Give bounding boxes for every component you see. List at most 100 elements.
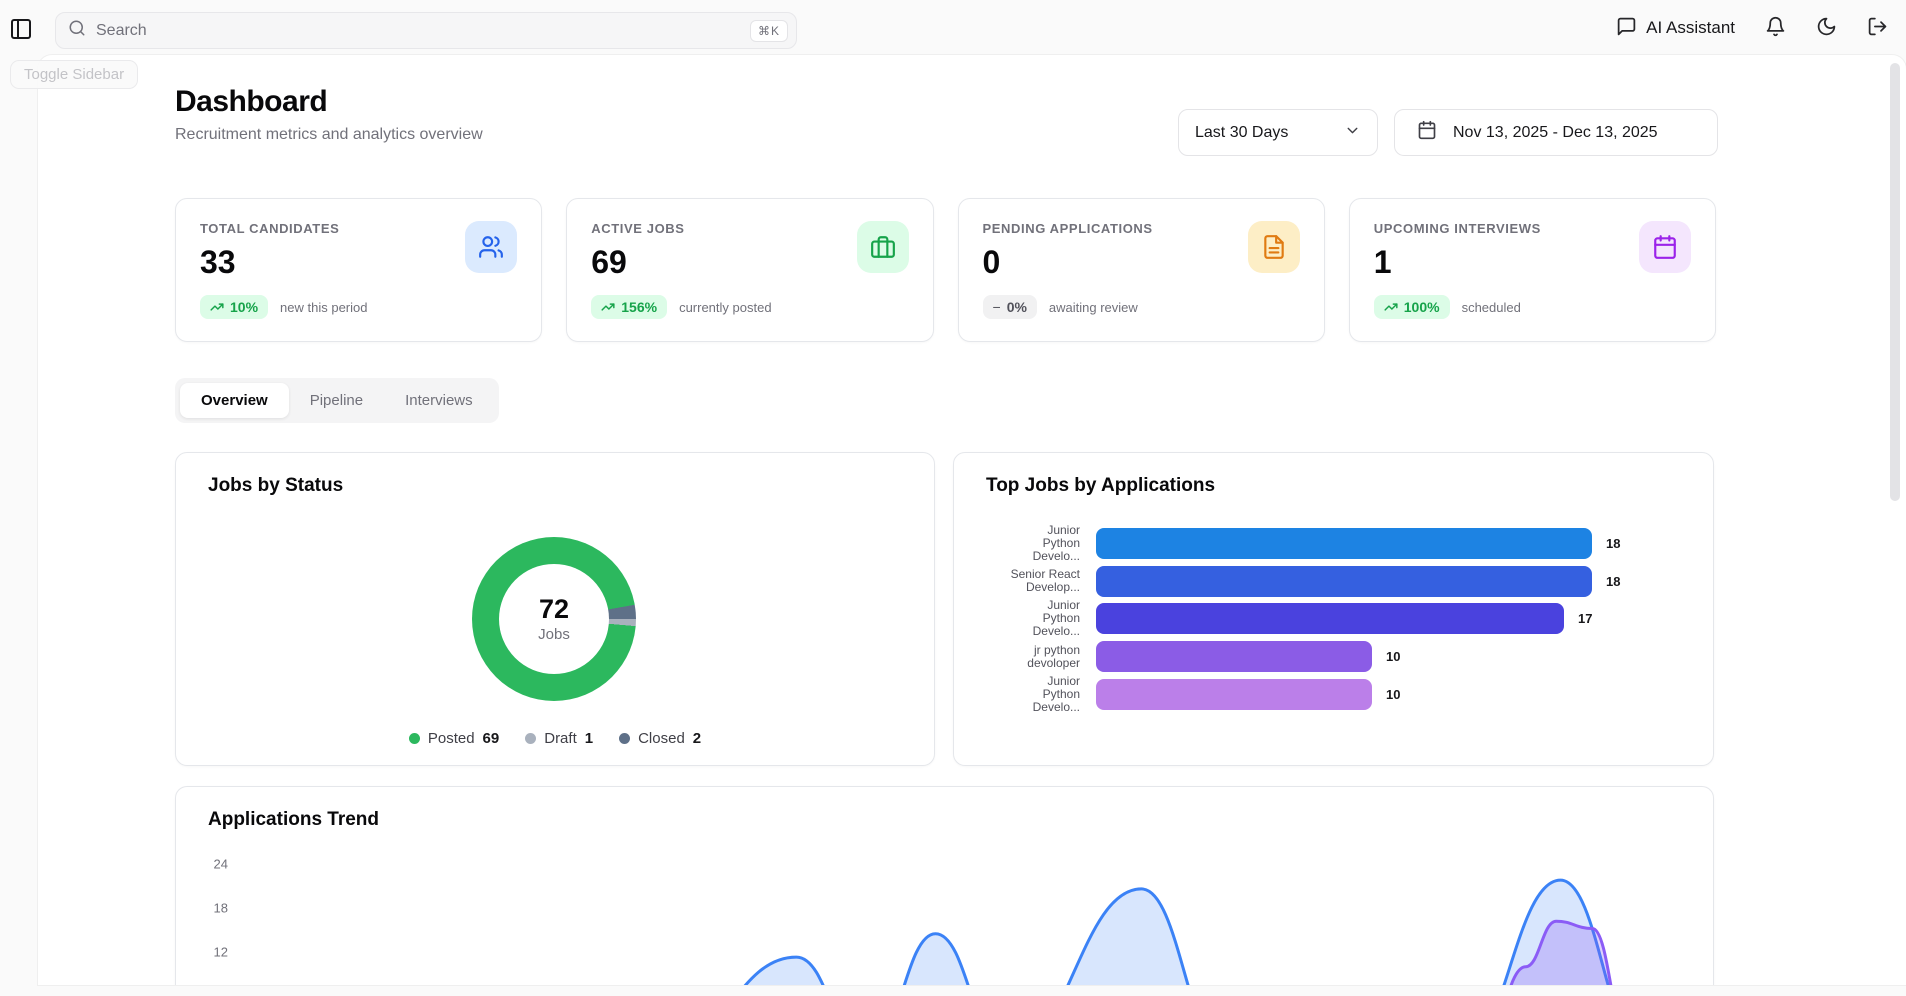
briefcase-icon [857,221,909,273]
stat-card-upcoming-interviews: UPCOMING INTERVIEWS 1 − 100% scheduled [1349,198,1716,342]
bar-row: Senior React Develop... 18 [954,563,1713,601]
trend-badge: − 156% [591,295,667,319]
stat-card-pending-applications: PENDING APPLICATIONS 0 − 0% awaiting rev… [958,198,1325,342]
bell-icon [1765,16,1786,40]
legend-dot [619,733,630,744]
tab-pipeline[interactable]: Pipeline [289,383,384,418]
bar-value: 17 [1578,611,1592,626]
period-select-value: Last 30 Days [1195,124,1288,142]
top-jobs-card: Top Jobs by Applications Junior Python D… [953,452,1714,766]
bar-row: Junior Python Develo... 17 [954,600,1713,638]
app-screen: ⌘K AI Assistant [0,0,1906,996]
panel-left-icon [9,29,33,44]
trend-badge: − 100% [1374,295,1450,319]
bar-label: Junior Python Develo... [954,524,1080,563]
legend-label: Posted [428,730,475,747]
file-text-icon [1248,221,1300,273]
legend-item-closed: Closed 2 [619,730,701,747]
trend-badge-value: 156% [621,299,657,315]
card-title: Jobs by Status [208,475,343,497]
search-input[interactable] [96,22,750,40]
period-select[interactable]: Last 30 Days [1178,109,1378,156]
trend-up-icon [601,300,615,314]
stat-description: scheduled [1462,300,1521,315]
trend-area-chart [176,787,1715,985]
bar-row: Junior Python Develo... 18 [954,525,1713,563]
bar [1096,679,1372,710]
legend-item-draft: Draft 1 [525,730,593,747]
bar-label: Senior React Develop... [954,568,1080,594]
vertical-scrollbar-thumb[interactable] [1890,63,1900,501]
tab-interviews[interactable]: Interviews [384,383,494,418]
legend-item-posted: Posted 69 [409,730,499,747]
stats-row: TOTAL CANDIDATES 33 − 10% new this perio… [175,198,1716,342]
header-controls: Last 30 Days Nov 13, 2025 - Dec 13, 2025 [1178,109,1718,156]
trend-badge: − 0% [983,295,1037,319]
legend-value: 2 [693,730,701,747]
tab-overview[interactable]: Overview [180,383,289,418]
bar [1096,566,1592,597]
bar-row: jr python devoloper 10 [954,638,1713,676]
stat-card-total-candidates: TOTAL CANDIDATES 33 − 10% new this perio… [175,198,542,342]
search-shortcut-badge: ⌘K [750,20,788,42]
sidebar-toggle-button[interactable] [8,17,34,43]
date-range-button[interactable]: Nov 13, 2025 - Dec 13, 2025 [1394,109,1718,156]
dark-mode-toggle-button[interactable] [1816,16,1837,40]
bar-value: 18 [1606,536,1620,551]
donut-center-value: 72 [539,595,569,623]
donut-center-label: Jobs [538,626,570,643]
page-title: Dashboard [175,85,483,119]
bar-value: 10 [1386,687,1400,702]
logout-icon [1867,16,1888,40]
trend-up-icon [210,300,224,314]
search-icon [68,19,86,42]
calendar-icon [1417,120,1437,145]
bar-label: Junior Python Develo... [954,599,1080,638]
bar [1096,641,1372,672]
legend-value: 1 [585,730,593,747]
stat-description: new this period [280,300,367,315]
trend-flat-icon: − [993,299,1001,315]
stat-description: currently posted [679,300,772,315]
legend-dot [409,733,420,744]
stat-description: awaiting review [1049,300,1138,315]
bar-chart: Junior Python Develo... 18 Senior React … [954,525,1713,713]
date-range-value: Nov 13, 2025 - Dec 13, 2025 [1453,124,1658,142]
logout-button[interactable] [1867,16,1888,40]
main-content-panel: Dashboard Recruitment metrics and analyt… [38,55,1906,985]
page-subtitle: Recruitment metrics and analytics overvi… [175,126,483,144]
donut-chart: 72 Jobs [472,537,636,701]
chat-bubble-icon [1616,16,1637,40]
trend-badge-value: 0% [1007,299,1027,315]
bar [1096,528,1592,559]
ai-assistant-button[interactable]: AI Assistant [1616,16,1735,40]
calendar-icon [1639,221,1691,273]
applications-trend-card: Applications Trend 24 18 12 [175,786,1714,985]
legend-label: Draft [544,730,577,747]
jobs-by-status-card: Jobs by Status 72 Jobs Posted 69 Draft 1 [175,452,935,766]
bar-value: 18 [1606,574,1620,589]
ai-assistant-label: AI Assistant [1646,18,1735,38]
trend-badge: − 10% [200,295,268,319]
trend-badge-value: 10% [230,299,258,315]
page-header: Dashboard Recruitment metrics and analyt… [175,85,483,144]
bar-label: jr python devoloper [954,644,1080,670]
moon-icon [1816,16,1837,40]
notifications-button[interactable] [1765,16,1786,40]
top-bar-actions: AI Assistant [1616,0,1888,55]
users-icon [465,221,517,273]
stat-card-active-jobs: ACTIVE JOBS 69 − 156% currently posted [566,198,933,342]
chevron-down-icon [1344,122,1361,144]
search-bar[interactable]: ⌘K [55,12,797,49]
bar [1096,603,1564,634]
legend-label: Closed [638,730,685,747]
trend-up-icon [1384,300,1398,314]
trend-badge-value: 100% [1404,299,1440,315]
legend-value: 69 [483,730,500,747]
card-title: Top Jobs by Applications [986,475,1215,497]
view-tabs: Overview Pipeline Interviews [175,378,499,423]
bar-label: Junior Python Develo... [954,675,1080,714]
sidebar-toggle-tooltip: Toggle Sidebar [10,60,138,89]
bar-row: Junior Python Develo... 10 [954,675,1713,713]
donut-legend: Posted 69 Draft 1 Closed 2 [176,730,934,747]
